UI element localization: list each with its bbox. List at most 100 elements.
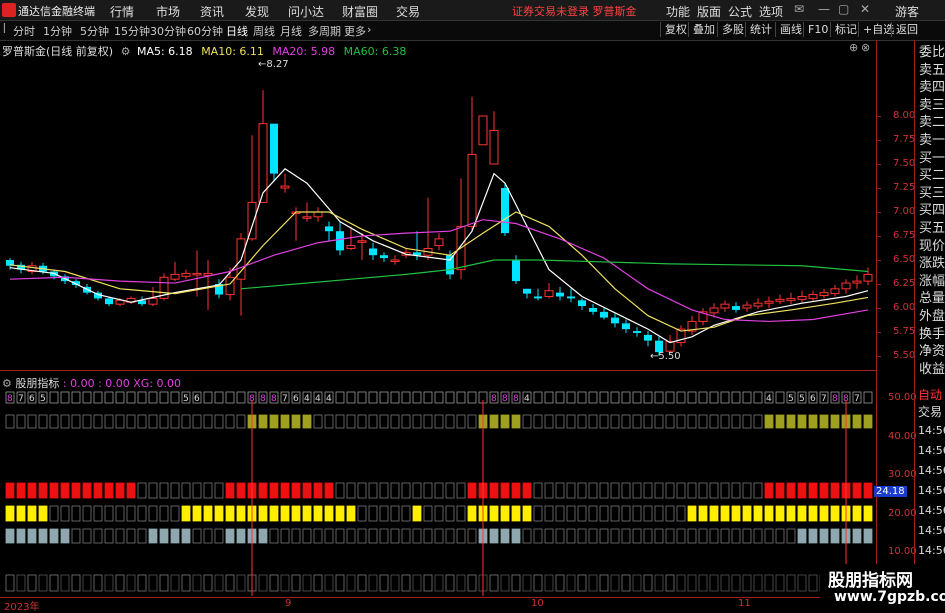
signal-block-empty — [423, 414, 433, 429]
menu-item-gongshi[interactable]: 公式 — [728, 3, 752, 20]
chart-menu-icon[interactable]: ⊕ — [849, 41, 858, 54]
price-tick — [876, 140, 881, 141]
signal-block-empty — [643, 574, 653, 592]
menu-item-gongneng[interactable]: 功能 — [666, 3, 690, 20]
maximize-icon[interactable]: ▢ — [838, 2, 849, 16]
chevron-right-icon[interactable]: › — [367, 23, 371, 36]
signal-block-empty — [104, 414, 114, 429]
signal-block-empty — [214, 482, 224, 499]
candle — [589, 304, 597, 315]
menu-item-caifuquan[interactable]: 财富圈 — [342, 3, 378, 20]
tab-trade[interactable]: 交易 — [918, 403, 942, 420]
menu-item-wenxiaoda[interactable]: 问小达 — [288, 3, 324, 20]
mail-icon[interactable]: ✉ — [794, 2, 804, 16]
signal-block-empty — [665, 528, 675, 544]
period-tab-30min[interactable]: 30分钟 — [150, 23, 186, 39]
signal-block-empty — [49, 505, 59, 522]
candlestick-chart[interactable] — [0, 40, 876, 370]
signal-block-empty — [610, 528, 620, 544]
menu-bar: 通达信金融终端 行情 市场 资讯 发现 问小达 财富圈 交易 证券交易未登录 罗… — [0, 0, 945, 21]
signal-block — [687, 505, 697, 522]
signal-block-empty — [577, 482, 587, 499]
menu-item-faxian[interactable]: 发现 — [245, 3, 269, 20]
mark-button[interactable]: 标记 — [830, 22, 861, 37]
signal-block-empty — [467, 528, 477, 544]
number-cell — [731, 391, 741, 404]
overlay-button[interactable]: 叠加 — [688, 22, 719, 37]
period-tab-fenshi[interactable]: 分时 — [13, 23, 35, 39]
menu-item-jiaoyi[interactable]: 交易 — [396, 3, 420, 20]
number-cell-text: 8 — [513, 394, 519, 404]
signal-block — [797, 482, 807, 499]
menu-item-shichang[interactable]: 市场 — [156, 3, 180, 20]
period-tab-daily[interactable]: 日线 — [226, 23, 248, 39]
signal-block — [49, 528, 59, 544]
signal-block-empty — [104, 528, 114, 544]
period-tab-monthly[interactable]: 月线 — [280, 23, 302, 39]
chart-close-icon[interactable]: ⊗ — [861, 41, 870, 54]
menu-item-banmian[interactable]: 版面 — [697, 3, 721, 20]
candle — [478, 115, 488, 146]
trade-time-label: 14:56 — [918, 464, 945, 477]
tab-auto[interactable]: 自动 — [918, 386, 942, 403]
menu-item-xuanxiang[interactable]: 选项 — [759, 3, 783, 20]
signal-block-empty — [621, 528, 631, 544]
number-cell — [390, 391, 400, 404]
menu-item-hangqing[interactable]: 行情 — [110, 3, 134, 20]
indicator-tick-label: 20.00 — [888, 507, 917, 519]
settings-icon[interactable]: ⚙ — [121, 45, 131, 58]
signal-block — [148, 528, 158, 544]
indicator-chart[interactable]: 87655688876444888445567887 — [0, 372, 876, 597]
period-tab-60min[interactable]: 60分钟 — [187, 23, 223, 39]
period-tab-15min[interactable]: 15分钟 — [114, 23, 150, 39]
number-cell-text: 5 — [788, 394, 794, 404]
price-tick — [876, 284, 881, 285]
signal-block-empty — [599, 528, 609, 544]
statistics-button[interactable]: 统计 — [745, 22, 776, 37]
signal-block-empty — [544, 505, 554, 522]
price-tick-label: 7.50 — [893, 158, 916, 169]
f10-button[interactable]: F10 — [803, 22, 832, 37]
draw-line-button[interactable]: 画线 — [775, 22, 806, 37]
guest-label[interactable]: 游客 — [895, 3, 919, 20]
signal-block — [181, 528, 191, 544]
signal-block — [170, 528, 180, 544]
return-button[interactable]: 返回 — [891, 22, 922, 37]
signal-block — [852, 414, 862, 429]
period-tab-weekly[interactable]: 周线 — [253, 23, 275, 39]
period-tab-more[interactable]: 更多 — [344, 23, 366, 39]
signal-block — [720, 574, 730, 592]
multi-stock-button[interactable]: 多股 — [717, 22, 748, 37]
indicator-row — [5, 505, 873, 522]
signal-block — [258, 574, 268, 592]
signal-block-empty — [93, 574, 103, 592]
quote-field-label: 净资 — [919, 344, 945, 360]
indicator-settings-icon[interactable]: ⚙ — [2, 377, 12, 390]
period-tab-multi[interactable]: 多周期 — [308, 23, 341, 39]
menu-item-zixun[interactable]: 资讯 — [200, 3, 224, 20]
signal-block-empty — [632, 414, 642, 429]
candle — [159, 273, 169, 301]
number-cell — [93, 391, 103, 404]
signal-block-empty — [687, 414, 697, 429]
period-tab-1min[interactable]: 1分钟 — [43, 23, 72, 39]
candle — [644, 331, 652, 347]
signal-block — [16, 528, 26, 544]
signal-block-empty — [434, 414, 444, 429]
signal-block-empty — [313, 574, 323, 592]
minimize-icon[interactable]: — — [818, 2, 830, 16]
close-icon[interactable]: ✕ — [860, 2, 870, 16]
fuquan-button[interactable]: 复权 — [660, 22, 691, 37]
candle — [753, 298, 763, 309]
signal-block-empty — [423, 505, 433, 522]
signal-block — [16, 505, 26, 522]
quote-field-label: 总量 — [919, 291, 945, 307]
signal-block-empty — [676, 505, 686, 522]
signal-block — [214, 505, 224, 522]
number-cell — [214, 391, 224, 404]
period-tab-5min[interactable]: 5分钟 — [80, 23, 109, 39]
signal-block-empty — [379, 528, 389, 544]
signal-block — [500, 505, 510, 522]
signal-block-empty — [346, 482, 356, 499]
number-cell — [137, 391, 147, 404]
